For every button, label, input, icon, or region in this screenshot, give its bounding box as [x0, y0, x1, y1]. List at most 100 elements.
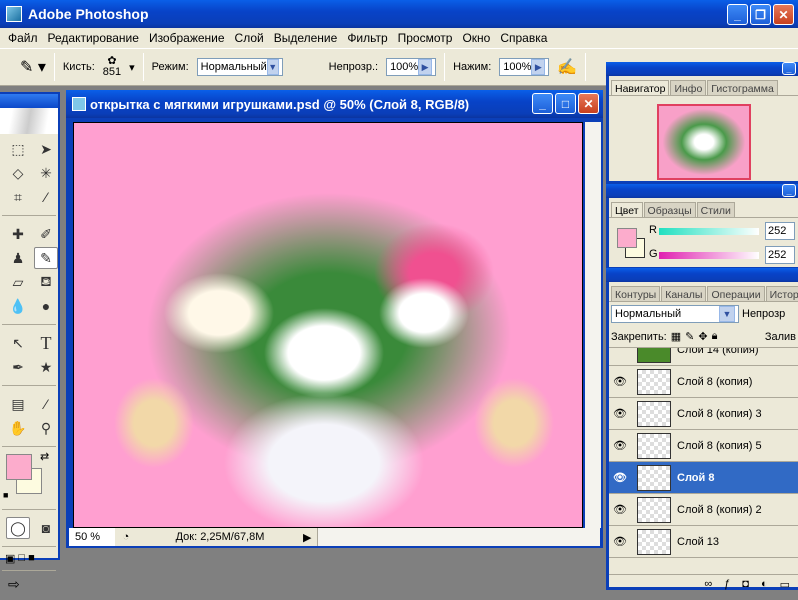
link-layers-icon[interactable]: ∞ — [704, 578, 712, 591]
mode-select[interactable]: Нормальный ▼ — [196, 58, 283, 76]
new-group-icon[interactable]: ▭ — [780, 578, 790, 591]
eye-icon[interactable]: 👁︎ — [609, 407, 631, 420]
tab-styles[interactable]: Стили — [696, 202, 735, 217]
custom-shape-tool-icon[interactable]: ★ — [34, 356, 58, 378]
menu-select[interactable]: Выделение — [269, 31, 343, 45]
tab-navigator[interactable]: Навигатор — [611, 80, 670, 95]
status-menu-arrow-icon[interactable]: ▶ — [303, 531, 317, 544]
marquee-tool-icon[interactable]: ⬚ — [6, 138, 30, 160]
status-preview-icon[interactable]: ◔ — [115, 531, 137, 543]
blend-mode-select[interactable]: Нормальный ▼ — [611, 305, 739, 323]
panel-title-bar[interactable] — [606, 268, 798, 282]
screen-mode-full-menu-icon[interactable]: □ — [18, 552, 25, 565]
tab-histogram[interactable]: Гистограмма — [707, 80, 778, 95]
doc-maximize-button[interactable]: □ — [555, 93, 576, 114]
panel-minimize-button[interactable]: _ — [782, 184, 796, 197]
lasso-tool-icon[interactable]: ◇ — [6, 162, 30, 184]
maximize-button[interactable]: ❐ — [750, 4, 771, 25]
menu-file[interactable]: Файл — [3, 31, 43, 45]
eye-icon[interactable]: 👁︎ — [609, 535, 631, 548]
stamp-tool-icon[interactable]: ♟ — [6, 247, 30, 269]
image-canvas[interactable] — [73, 122, 583, 528]
tab-swatches[interactable]: Образцы — [643, 202, 696, 217]
tab-info[interactable]: Инфо — [670, 80, 707, 95]
menu-edit[interactable]: Редактирование — [43, 31, 144, 45]
doc-minimize-button[interactable]: _ — [532, 93, 553, 114]
slice-tool-icon[interactable]: ⁄ — [34, 186, 58, 208]
blur-tool-icon[interactable]: 💧 — [6, 295, 30, 317]
history-brush-tool-icon[interactable]: ✎ — [34, 247, 58, 269]
magic-wand-tool-icon[interactable]: ✳ — [34, 162, 58, 184]
airbrush-icon[interactable]: ✍ — [557, 57, 577, 77]
foreground-color-swatch[interactable] — [6, 454, 32, 480]
chevron-right-icon[interactable]: ▶ — [531, 59, 546, 75]
paint-bucket-tool-icon[interactable]: ⛾ — [34, 271, 58, 293]
vertical-scrollbar[interactable] — [585, 122, 601, 528]
layer-row[interactable]: 👁︎ Слой 8 — [609, 462, 798, 494]
path-selection-tool-icon[interactable]: ↖ — [6, 332, 30, 354]
hand-tool-icon[interactable]: ✋ — [6, 417, 30, 439]
zoom-tool-icon[interactable]: ⚲ — [34, 417, 58, 439]
eye-icon[interactable]: 👁︎ — [609, 471, 631, 484]
panel-minimize-button[interactable]: _ — [782, 62, 796, 75]
layer-row[interactable]: 👁︎ Слой 13 — [609, 526, 798, 558]
eye-icon[interactable]: 👁︎ — [609, 375, 631, 388]
healing-brush-tool-icon[interactable]: ✚ — [6, 223, 30, 245]
brush-picker[interactable]: ✿ 851 — [103, 56, 121, 78]
menu-filter[interactable]: Фильтр — [342, 31, 392, 45]
lock-all-icon[interactable]: 🔒︎ — [712, 330, 718, 343]
eraser-tool-icon[interactable]: ▱ — [6, 271, 30, 293]
crop-tool-icon[interactable]: ⌗ — [6, 186, 30, 208]
swap-colors-icon[interactable]: ⇄ — [40, 450, 49, 463]
navigator-thumbnail[interactable] — [656, 104, 751, 180]
screen-mode-standard-icon[interactable]: ▣ — [5, 552, 15, 565]
adjustment-layer-icon[interactable]: ◐ — [761, 578, 768, 591]
zoom-level-field[interactable]: 50 % — [69, 528, 115, 546]
r-value-input[interactable]: 252 — [765, 222, 795, 240]
history-brush-tool-preset-icon[interactable]: ✎ ▾ — [20, 57, 46, 77]
layer-row[interactable]: 👁︎ Слой 8 (копия) 2 — [609, 494, 798, 526]
layer-row[interactable]: 👁︎ Слой 8 (копия) 5 — [609, 430, 798, 462]
g-value-input[interactable]: 252 — [765, 246, 795, 264]
tab-paths[interactable]: Контуры — [611, 286, 661, 301]
eye-icon[interactable]: 👁︎ — [609, 439, 631, 452]
default-colors-icon[interactable]: ■ — [3, 490, 8, 500]
dodge-tool-icon[interactable]: ● — [34, 295, 58, 317]
panel-title-bar[interactable]: _ — [606, 62, 798, 76]
doc-close-button[interactable]: ✕ — [578, 93, 599, 114]
chevron-right-icon[interactable]: ▶ — [418, 59, 433, 75]
lock-position-icon[interactable]: ✥ — [698, 330, 707, 343]
brush-tool-icon[interactable]: ✐ — [34, 223, 58, 245]
panel-title-bar[interactable]: _ — [606, 184, 798, 198]
tab-color[interactable]: Цвет — [611, 202, 643, 217]
type-tool-icon[interactable]: T — [34, 332, 58, 354]
lock-transparency-icon[interactable]: ▦ — [671, 330, 681, 343]
jump-to-imageready-icon[interactable]: ⇨ — [0, 574, 58, 595]
layer-row[interactable]: Слой 14 (копия) — [609, 348, 798, 366]
move-tool-icon[interactable]: ➤ — [34, 138, 58, 160]
brush-dropdown-icon[interactable]: ▾ — [129, 61, 135, 74]
document-title-bar[interactable]: открытка с мягкими игрушками.psd @ 50% (… — [66, 90, 603, 118]
menu-window[interactable]: Окно — [457, 31, 495, 45]
menu-view[interactable]: Просмотр — [393, 31, 458, 45]
minimize-button[interactable]: _ — [727, 4, 748, 25]
r-slider[interactable] — [659, 228, 759, 235]
layer-row[interactable]: 👁︎ Слой 8 (копия) — [609, 366, 798, 398]
layer-row[interactable]: 👁︎ Слой 8 (копия) 3 — [609, 398, 798, 430]
pressure-input[interactable]: 100% ▶ — [499, 58, 550, 76]
eyedropper-tool-icon[interactable]: ⁄ — [34, 393, 58, 415]
close-button[interactable]: ✕ — [773, 4, 794, 25]
tab-channels[interactable]: Каналы — [661, 286, 707, 301]
toolbox-header[interactable] — [0, 94, 58, 108]
layer-style-icon[interactable]: ƒ — [724, 578, 730, 591]
standard-mode-icon[interactable]: ◯ — [6, 517, 30, 539]
menu-layer[interactable]: Слой — [230, 31, 269, 45]
add-mask-icon[interactable]: ◘ — [742, 578, 749, 591]
tab-history[interactable]: Истори — [765, 286, 798, 301]
quick-mask-mode-icon[interactable]: ◙ — [34, 517, 58, 539]
screen-mode-full-icon[interactable]: ■ — [28, 552, 35, 565]
eye-icon[interactable]: 👁︎ — [609, 503, 631, 516]
menu-image[interactable]: Изображение — [144, 31, 230, 45]
opacity-input[interactable]: 100% ▶ — [386, 58, 437, 76]
color-foreground-swatch[interactable] — [617, 228, 637, 248]
